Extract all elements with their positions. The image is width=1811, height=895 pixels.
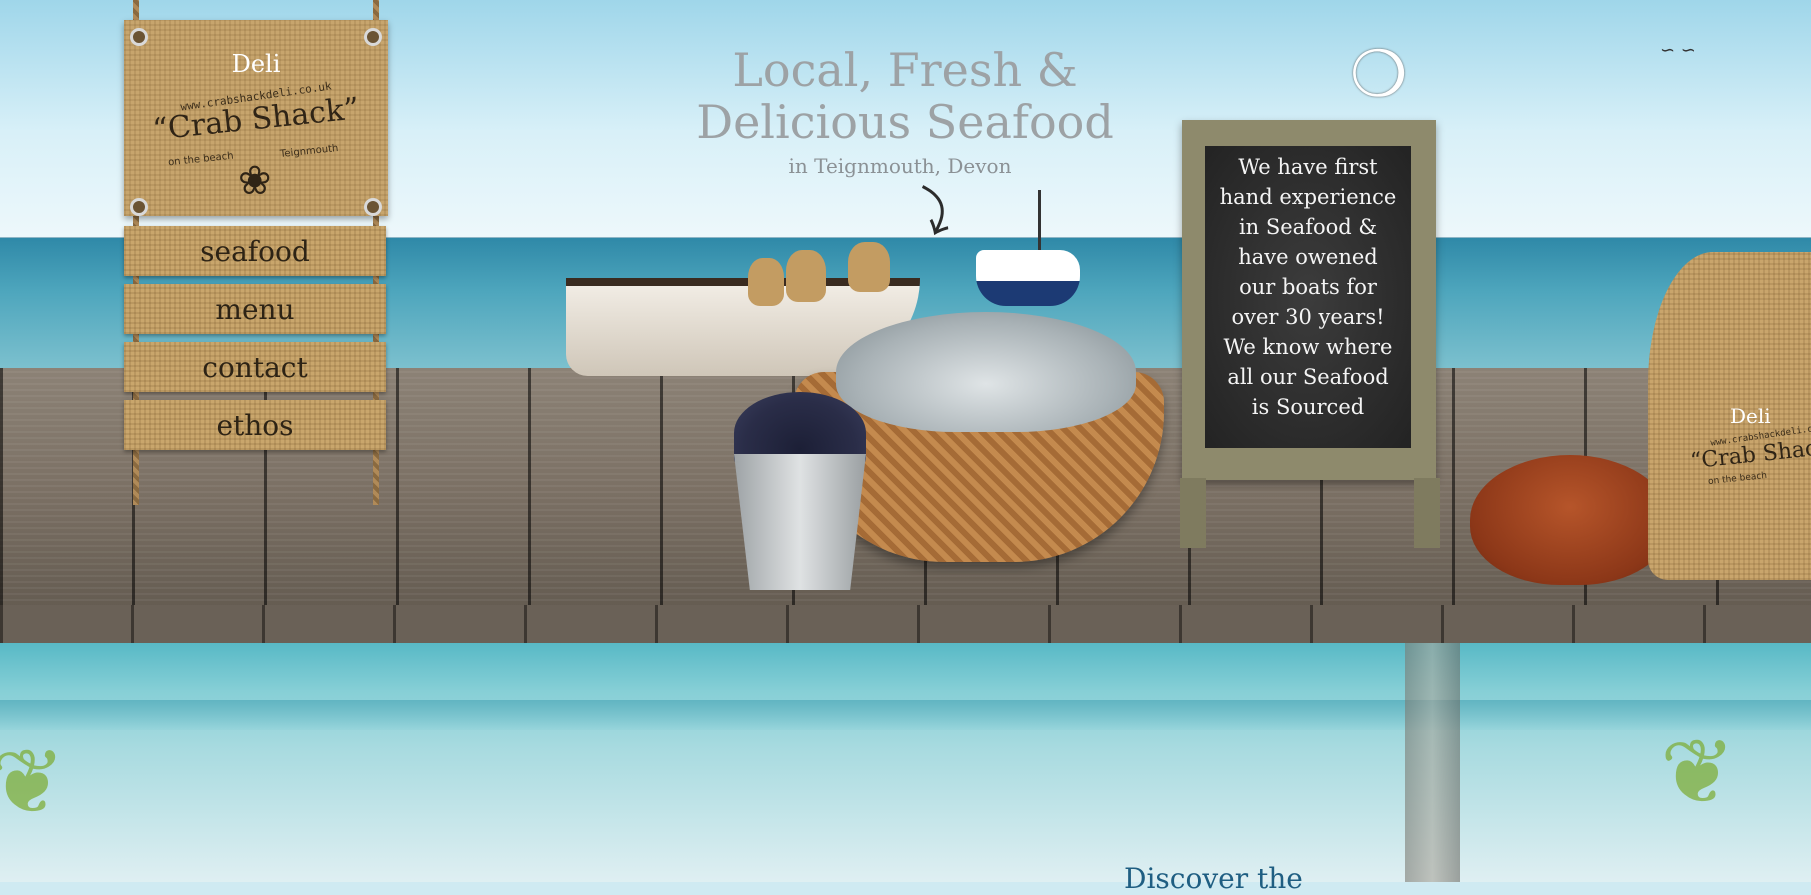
logo-tagline-left: on the beach xyxy=(167,150,235,169)
crab-icon: ❀ xyxy=(238,158,272,204)
seaweed-right-icon: ❦ xyxy=(1660,720,1736,825)
chalkboard-line: is Sourced xyxy=(1251,395,1365,419)
chalkboard-line: our boats for xyxy=(1239,275,1377,299)
chalkboard-message: We have first hand experience in Seafood… xyxy=(1205,146,1411,448)
grommet xyxy=(130,198,148,216)
grommet xyxy=(364,198,382,216)
small-sack xyxy=(848,242,890,292)
chalkboard-line: We know where xyxy=(1223,335,1393,359)
metal-bucket xyxy=(734,454,866,590)
small-sack xyxy=(786,250,826,302)
fishing-boat-mast xyxy=(1038,190,1041,252)
grommet xyxy=(364,28,382,46)
crab-illustration xyxy=(1470,455,1670,585)
chalkboard-line: hand experience xyxy=(1219,185,1397,209)
chalkboard-line: have owened xyxy=(1238,245,1378,269)
small-sack xyxy=(748,258,784,306)
seaweed-left-icon: ❦ xyxy=(0,730,66,835)
hero-headline: Local, Fresh & Delicious Seafood xyxy=(690,44,1120,148)
distant-birds-icon: ∽ ∽ xyxy=(1660,40,1696,61)
fishing-boat xyxy=(976,250,1080,306)
discover-heading: Discover the xyxy=(1124,862,1303,895)
seagull-icon: ❍ xyxy=(1350,38,1408,112)
hero-headline-line2: Delicious Seafood xyxy=(696,95,1114,149)
chalkboard-leg xyxy=(1180,478,1206,548)
sack-deli-text: Deli xyxy=(1730,404,1771,428)
waterline xyxy=(0,700,1811,730)
grommet xyxy=(130,28,148,46)
chalkboard-line: all our Seafood xyxy=(1227,365,1389,389)
pier-post xyxy=(1405,643,1460,882)
chalkboard-line: We have first xyxy=(1238,155,1378,179)
pier-deck-edge xyxy=(0,605,1811,643)
chalkboard-line: over 30 years! xyxy=(1231,305,1385,329)
logo-tagline-right: Teignmouth xyxy=(279,142,339,161)
nav-ethos-link[interactable]: ethos xyxy=(124,400,386,450)
branded-sack: Deli www.crabshackdeli.co.uk “Crab Shack… xyxy=(1648,252,1811,580)
nav-seafood-link[interactable]: seafood xyxy=(124,226,386,276)
nav-contact-link[interactable]: contact xyxy=(124,342,386,392)
logo-deli-text: Deli xyxy=(231,50,281,78)
underwater-area xyxy=(0,643,1811,882)
logo-sign[interactable]: Deli www.crabshackdeli.co.uk “Crab Shack… xyxy=(124,20,388,216)
chalkboard-line: in Seafood & xyxy=(1238,215,1378,239)
fish-pile xyxy=(836,312,1136,432)
chalkboard-leg xyxy=(1414,478,1440,548)
sack-tagline: on the beach xyxy=(1707,470,1768,488)
hero-subtitle: in Teignmouth, Devon xyxy=(788,154,1012,178)
nav-menu-link[interactable]: menu xyxy=(124,284,386,334)
hero-headline-line1: Local, Fresh & xyxy=(732,43,1078,97)
